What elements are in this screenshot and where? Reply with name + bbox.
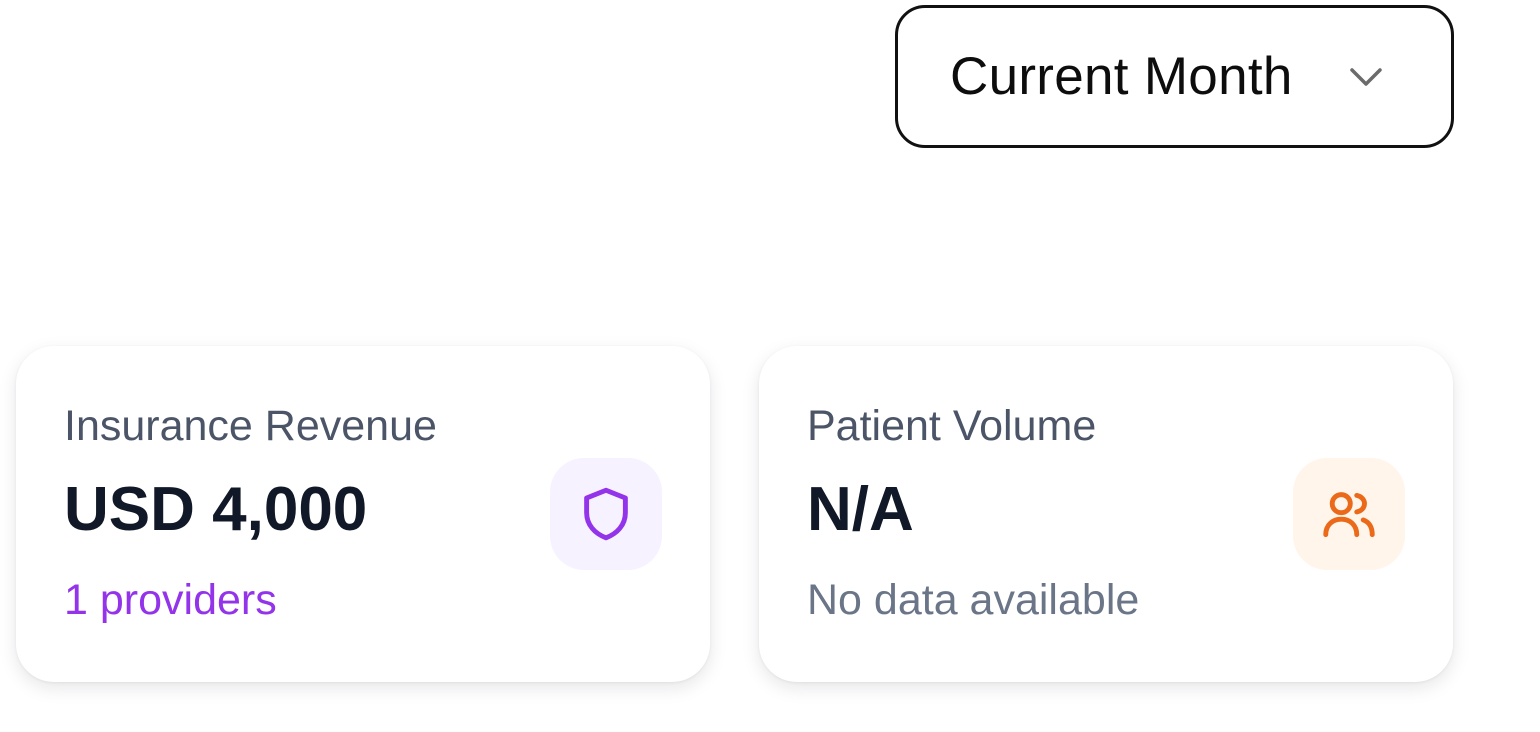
insurance-revenue-card: Insurance Revenue USD 4,000 1 providers <box>16 346 710 682</box>
card-subtitle: No data available <box>807 576 1140 624</box>
card-subtitle: 1 providers <box>64 576 277 624</box>
chevron-down-icon <box>1350 68 1382 86</box>
card-icon-tile <box>1293 458 1405 570</box>
card-value: USD 4,000 <box>64 475 368 544</box>
period-select-label: Current Month <box>950 47 1293 106</box>
card-title: Insurance Revenue <box>64 402 437 450</box>
shield-icon <box>584 487 628 541</box>
card-title: Patient Volume <box>807 402 1097 450</box>
card-icon-tile <box>550 458 662 570</box>
patient-volume-card: Patient Volume N/A No data available <box>759 346 1453 682</box>
users-icon <box>1323 492 1375 538</box>
dashboard-page: Current Month Insurance Revenue USD 4,00… <box>0 0 1540 732</box>
card-value: N/A <box>807 475 914 544</box>
period-select[interactable]: Current Month <box>895 5 1454 148</box>
